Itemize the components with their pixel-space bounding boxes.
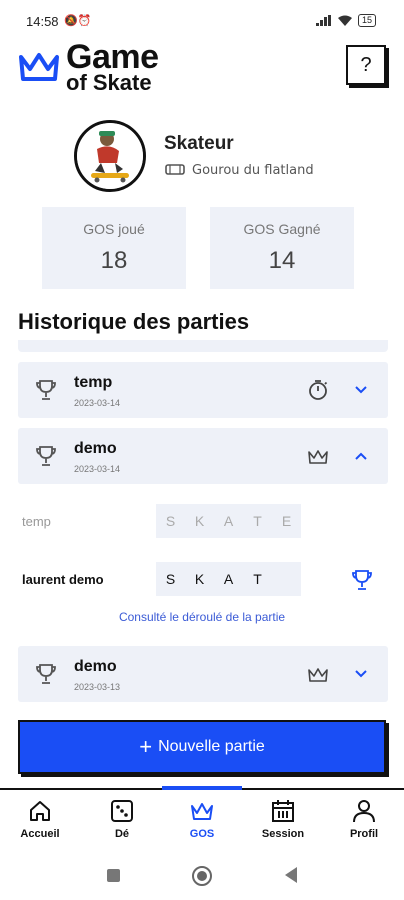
help-button[interactable]: ?	[346, 45, 386, 85]
chevron-down-icon[interactable]	[352, 381, 370, 399]
game-date: 2023-03-14	[74, 398, 121, 408]
status-bar: 14:58 🔕⏰ 15	[0, 0, 404, 40]
crown-logo-icon	[19, 53, 59, 82]
android-nav-bar	[0, 852, 404, 900]
new-game-button[interactable]: + Nouvelle partie	[18, 720, 386, 774]
stat-value: 18	[100, 247, 128, 274]
letter: K	[185, 562, 214, 596]
stat-label: GOS joué	[83, 221, 145, 237]
user-icon	[353, 800, 375, 823]
see-game-details-link[interactable]: Consulté le déroulé de la partie	[0, 610, 404, 624]
profile-name: Skateur	[164, 133, 234, 154]
nav-label: Dé	[114, 828, 130, 840]
nav-item-gos[interactable]: GOS	[167, 798, 237, 840]
notification-icons: 🔕⏰	[64, 14, 92, 27]
logo-line2: of Skate	[66, 69, 152, 95]
logo-text: Game of Skate	[66, 38, 159, 95]
battery-icon: 15	[357, 14, 376, 27]
status-time: 14:58	[26, 14, 59, 29]
back-button[interactable]	[285, 867, 297, 883]
nav-item-accueil[interactable]: Accueil	[5, 798, 75, 840]
nav-label: GOS	[189, 828, 215, 840]
player-name: temp	[22, 514, 51, 529]
game-date: 2023-03-14	[74, 464, 121, 474]
game-card[interactable]: temp 2023-03-14	[18, 362, 388, 418]
recent-apps-button[interactable]	[107, 869, 120, 882]
profile-level-text: Gourou du flatland	[192, 162, 314, 178]
trophy-icon	[36, 446, 56, 466]
home-button[interactable]	[192, 866, 212, 886]
trophy-icon	[36, 380, 56, 400]
game-name: demo	[74, 658, 117, 675]
nav-label: Accueil	[20, 828, 60, 840]
skate-letters: S K A T E	[156, 504, 301, 538]
signal-icon	[315, 15, 331, 26]
player-name: laurent demo	[22, 572, 104, 587]
nav-label: Session	[261, 828, 305, 840]
stat-value: 14	[268, 247, 296, 274]
nav-active-indicator	[162, 786, 242, 790]
game-name: demo	[74, 440, 117, 457]
game-card[interactable]: demo 2023-03-13	[18, 646, 388, 702]
crown-icon	[308, 450, 328, 464]
avatar	[74, 120, 146, 192]
timer-icon	[309, 380, 328, 400]
trophy-icon	[36, 664, 56, 684]
stat-label: GOS Gagné	[243, 221, 321, 237]
plus-icon: +	[139, 734, 153, 759]
skate-letters: S K A T	[156, 562, 301, 596]
letter: S	[156, 504, 185, 538]
skater-avatar-icon	[77, 123, 143, 189]
profile-level: Gourou du flatland	[164, 162, 314, 178]
new-game-label: Nouvelle partie	[158, 738, 265, 755]
home-icon	[30, 801, 50, 821]
game-date: 2023-03-13	[74, 682, 121, 692]
letter: E	[272, 504, 301, 538]
nav-item-profil[interactable]: Profil	[329, 798, 399, 840]
game-name: temp	[74, 374, 113, 391]
history-scroll-peek	[18, 340, 388, 352]
skateboard-icon	[165, 164, 185, 175]
crown-icon	[308, 668, 328, 682]
nav-item-session[interactable]: Session	[248, 798, 318, 840]
chevron-down-icon[interactable]	[352, 665, 370, 683]
letter: T	[243, 504, 272, 538]
letter: S	[156, 562, 185, 596]
calendar-icon	[272, 800, 294, 822]
crown-icon	[191, 803, 213, 820]
chevron-up-icon[interactable]	[352, 447, 370, 465]
status-right: 15	[315, 14, 376, 27]
letter: K	[185, 504, 214, 538]
wifi-icon	[337, 15, 352, 26]
letter: A	[214, 562, 243, 596]
winner-trophy-icon	[352, 570, 372, 590]
app-logo: Game of Skate	[18, 38, 159, 95]
letter	[272, 562, 301, 596]
letter: T	[243, 562, 272, 596]
nav-item-de[interactable]: Dé	[87, 798, 157, 840]
player-row: temp S K A T E	[22, 504, 382, 540]
game-card-expanded[interactable]: demo 2023-03-14	[18, 428, 388, 484]
dice-icon	[111, 800, 133, 822]
bottom-nav: Accueil Dé GOS Session Profil	[0, 786, 404, 852]
player-row: laurent demo S K A T	[22, 562, 382, 598]
letter: A	[214, 504, 243, 538]
stat-games-played: GOS joué 18	[42, 207, 186, 289]
stat-games-won: GOS Gagné 14	[210, 207, 354, 289]
history-title: Historique des parties	[18, 309, 250, 334]
nav-label: Profil	[349, 828, 379, 840]
logo-line1: Game	[66, 38, 159, 76]
